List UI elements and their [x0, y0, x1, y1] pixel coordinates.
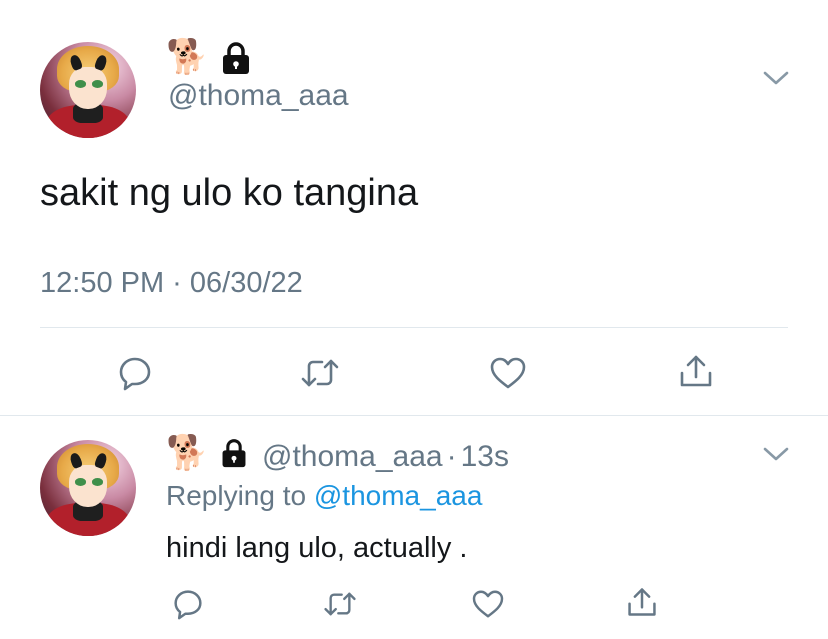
- chevron-down-icon[interactable]: [763, 446, 789, 467]
- tweet-timestamp[interactable]: 12:50 PM · 06/30/22: [40, 267, 303, 300]
- reply-header: @thoma_aaa · 13s: [262, 440, 509, 474]
- retweet-icon[interactable]: [300, 353, 340, 393]
- section-divider: [0, 415, 828, 416]
- reply-icon[interactable]: [168, 584, 208, 624]
- lock-icon: [219, 40, 253, 81]
- retweet-icon[interactable]: [320, 584, 360, 624]
- replying-to-mention[interactable]: @thoma_aaa: [314, 480, 483, 511]
- like-icon[interactable]: [468, 584, 508, 624]
- replying-to: Replying to @thoma_aaa: [166, 480, 482, 512]
- like-icon[interactable]: [488, 353, 528, 393]
- lock-icon: [219, 437, 249, 474]
- reply-text: hindi lang ulo, actually .: [166, 532, 468, 564]
- reply-icon[interactable]: [115, 353, 155, 393]
- divider: [40, 327, 788, 328]
- tweet-text: sakit ng ulo ko tangina: [40, 172, 419, 214]
- author-avatar[interactable]: [40, 42, 136, 138]
- reply-author-avatar[interactable]: [40, 440, 136, 536]
- share-icon[interactable]: [622, 582, 662, 622]
- dog-emoji: 🐕: [166, 433, 209, 473]
- reply-author-handle[interactable]: @thoma_aaa: [262, 440, 443, 473]
- dog-emoji: 🐕: [166, 37, 209, 77]
- reply-time[interactable]: 13s: [461, 440, 509, 473]
- share-icon[interactable]: [676, 351, 716, 391]
- chevron-down-icon[interactable]: [763, 70, 789, 91]
- time-separator: ·: [446, 440, 457, 473]
- author-handle[interactable]: @thoma_aaa: [168, 79, 349, 113]
- replying-prefix: Replying to: [166, 480, 314, 511]
